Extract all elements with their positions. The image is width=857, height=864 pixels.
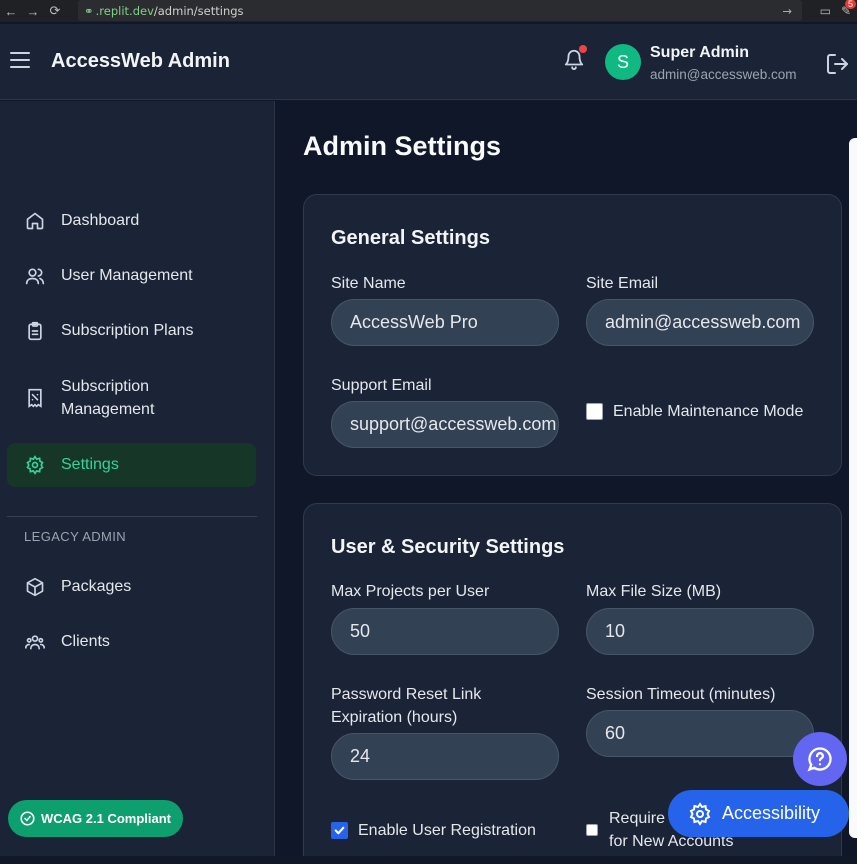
reload-icon[interactable]: ⟳ (44, 3, 66, 19)
sidebar-divider (7, 516, 257, 517)
screen-icon[interactable]: ▭ (820, 4, 831, 18)
back-icon[interactable]: ← (0, 4, 22, 19)
notification-dot (579, 45, 587, 53)
page-title: Admin Settings (303, 131, 502, 161)
app-title: AccessWeb Admin (51, 50, 230, 72)
clients-icon (25, 635, 45, 650)
checkbox-box[interactable] (586, 824, 598, 836)
card-title: General Settings (331, 227, 490, 249)
sidebar-item-label: Dashboard (61, 212, 140, 229)
max-file-size-input[interactable] (586, 608, 814, 655)
enable-registration-checkbox[interactable]: Enable User Registration (331, 819, 536, 842)
app-header: AccessWeb Admin S Super Admin admin@acce… (0, 24, 857, 100)
clipboard-icon (28, 321, 42, 341)
site-email-input[interactable] (586, 299, 814, 346)
session-timeout-input[interactable] (586, 710, 814, 757)
home-icon (26, 212, 44, 230)
sidebar-item-label: Packages (61, 578, 132, 595)
users-icon (25, 268, 45, 285)
enable-registration-label: Enable User Registration (358, 822, 536, 839)
notification-bell-icon[interactable] (563, 45, 587, 72)
max-projects-label: Max Projects per User (331, 583, 490, 600)
support-email-input[interactable] (331, 401, 559, 448)
accessibility-button[interactable]: Accessibility (668, 790, 849, 837)
site-name-input[interactable] (331, 299, 559, 346)
sidebar-item-subscription-management[interactable]: Subscription Management (7, 372, 256, 424)
logout-icon[interactable] (825, 52, 851, 76)
site-name-label: Site Name (331, 275, 406, 292)
session-timeout-label: Session Timeout (minutes) (586, 686, 776, 703)
go-arrow-icon[interactable]: → (782, 4, 792, 18)
package-icon (26, 577, 44, 597)
support-email-label: Support Email (331, 377, 432, 394)
receipt-icon (28, 388, 42, 408)
password-reset-label: Password Reset Link Expiration (hours) (331, 683, 481, 729)
checkmark-icon (334, 826, 345, 835)
max-file-size-label: Max File Size (MB) (586, 583, 722, 600)
url-host: .replit.dev (95, 3, 154, 18)
help-bubble-icon (807, 747, 832, 772)
forward-icon[interactable]: → (22, 4, 44, 19)
sidebar-section-label: LEGACY ADMIN (24, 529, 127, 544)
maintenance-mode-label: Enable Maintenance Mode (613, 403, 804, 420)
sidebar-item-subscription-plans[interactable]: Subscription Plans (7, 309, 256, 353)
sidebar-item-dashboard[interactable]: Dashboard (7, 199, 256, 243)
sidebar-item-label: User Management (61, 267, 193, 284)
gear-icon (26, 455, 44, 475)
sidebar-item-user-management[interactable]: User Management (7, 254, 256, 298)
password-reset-label-line2: Expiration (hours) (331, 709, 458, 726)
password-reset-label-line1: Password Reset Link (331, 686, 482, 703)
max-projects-input[interactable] (331, 608, 559, 655)
hamburger-menu-icon[interactable] (10, 52, 30, 68)
browser-toolbar: ← → ⟳ ⚭ .replit.dev/admin/settings → ▭ ✎… (0, 0, 857, 22)
accessibility-label: Accessibility (722, 803, 821, 823)
link-icon: ⚭ (84, 3, 94, 18)
sidebar-item-label: Clients (61, 633, 110, 650)
url-path: /admin/settings (153, 3, 244, 18)
sidebar-item-packages[interactable]: Packages (7, 565, 256, 609)
user-name: Super Admin (650, 44, 749, 61)
general-settings-card: General Settings Site Name Site Email Su… (303, 194, 842, 476)
card-title: User & Security Settings (331, 536, 565, 558)
extension-icon[interactable]: ✎ 5 (841, 0, 856, 18)
address-bar[interactable]: ⚭ .replit.dev/admin/settings → (78, 0, 802, 21)
user-email: admin@accessweb.com (650, 67, 797, 82)
side-panel-edge (849, 138, 857, 838)
wcag-badge[interactable]: WCAG 2.1 Compliant (8, 800, 184, 837)
help-chat-button[interactable] (793, 732, 847, 786)
check-circle-icon (20, 811, 35, 826)
sidebar-item-settings[interactable]: Settings (7, 443, 256, 487)
maintenance-mode-checkbox[interactable]: Enable Maintenance Mode (586, 400, 803, 423)
checkbox-box[interactable] (586, 403, 603, 420)
sidebar: Dashboard User Management Subscription P… (0, 101, 275, 864)
extension-badge: 5 (844, 0, 856, 9)
gear-icon (689, 801, 711, 826)
wcag-badge-label: WCAG 2.1 Compliant (41, 811, 172, 826)
password-reset-input[interactable] (331, 733, 559, 780)
checkbox-box[interactable] (331, 822, 348, 839)
main-content: Admin Settings General Settings Site Nam… (276, 101, 857, 864)
site-email-label: Site Email (586, 275, 659, 292)
sidebar-item-label: Subscription Management (61, 378, 155, 418)
sidebar-item-label: Settings (61, 456, 119, 473)
sidebar-item-label: Subscription Plans (61, 322, 194, 339)
window-bottom-edge (0, 856, 857, 864)
avatar[interactable]: S (605, 44, 641, 80)
sidebar-item-clients[interactable]: Clients (7, 620, 256, 664)
